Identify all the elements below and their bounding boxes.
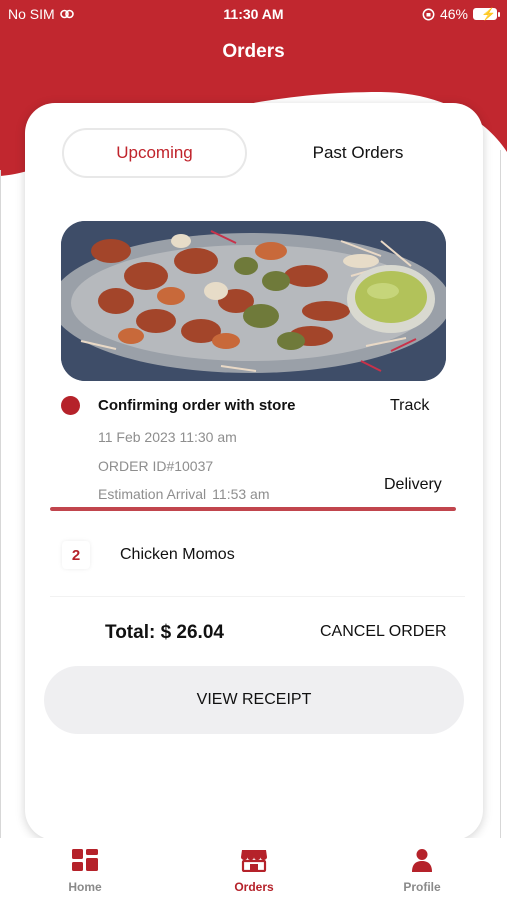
list-item: 2 Chicken Momos bbox=[50, 529, 465, 597]
store-icon bbox=[241, 850, 267, 872]
order-progress-fill bbox=[50, 507, 456, 511]
page-edge bbox=[0, 170, 1, 838]
page-edge bbox=[500, 150, 501, 838]
tab-profile[interactable]: Profile bbox=[372, 848, 472, 894]
order-status: Confirming order with store bbox=[98, 397, 296, 414]
tab-upcoming[interactable]: Upcoming bbox=[62, 128, 247, 178]
order-date: 11 Feb 2023 11:30 am bbox=[98, 429, 237, 445]
order-card: Upcoming Past Orders Confirming order wi… bbox=[25, 103, 483, 840]
cancel-order-button[interactable]: CANCEL ORDER bbox=[320, 623, 447, 641]
order-total: Total: $ 26.04 bbox=[105, 622, 224, 643]
food-platter-image bbox=[61, 221, 446, 381]
home-icon bbox=[72, 849, 98, 871]
tab-profile-label: Profile bbox=[403, 880, 441, 894]
delivery-label: Delivery bbox=[384, 476, 442, 493]
item-quantity: 2 bbox=[62, 541, 90, 569]
order-progress-bar bbox=[50, 507, 456, 511]
order-status-dot bbox=[61, 396, 80, 415]
bottom-tab-bar: Home Orders Profile bbox=[0, 838, 507, 900]
eta-time: 11:53 am bbox=[212, 486, 270, 502]
user-icon bbox=[412, 849, 432, 872]
item-name: Chicken Momos bbox=[120, 546, 235, 563]
page-title: Orders bbox=[222, 41, 285, 62]
eta-label: Estimation Arrival bbox=[98, 486, 207, 502]
tab-orders-label: Orders bbox=[234, 880, 274, 894]
tab-orders[interactable]: Orders bbox=[204, 848, 304, 894]
orientation-lock-icon bbox=[422, 8, 435, 20]
track-button[interactable]: Track bbox=[390, 397, 429, 415]
status-bar: No SIM 11:30 AM 46% ⚡ bbox=[0, 0, 507, 28]
view-receipt-button[interactable]: VIEW RECEIPT bbox=[44, 666, 464, 734]
tab-home[interactable]: Home bbox=[35, 848, 135, 894]
battery-charging-icon: ⚡ bbox=[473, 7, 500, 21]
order-id: ORDER ID#10037 bbox=[98, 458, 214, 474]
tab-past-orders[interactable]: Past Orders bbox=[283, 128, 433, 178]
battery-percent: 46% bbox=[439, 6, 468, 22]
status-right: 46% ⚡ bbox=[422, 6, 500, 22]
tab-home-label: Home bbox=[68, 880, 102, 894]
estimated-arrival: Estimation Arrival 11:53 am bbox=[98, 486, 270, 502]
